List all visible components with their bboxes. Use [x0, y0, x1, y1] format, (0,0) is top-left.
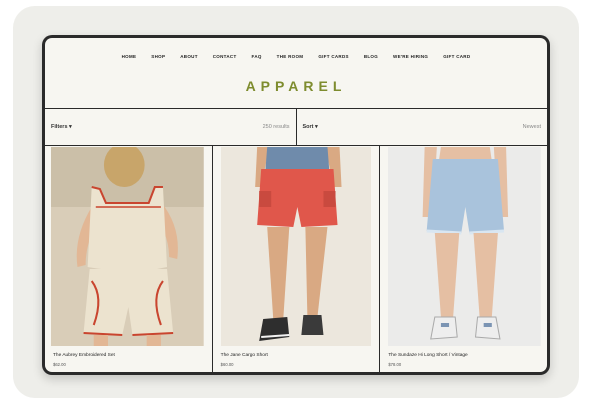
- chevron-down-icon: ▾: [315, 124, 318, 130]
- main-nav: HOME SHOP ABOUT CONTACT FAQ THE ROOM GIF…: [45, 54, 547, 59]
- product-grid: The Aubrey Embroidered Set $62.00 The Ja…: [45, 145, 547, 372]
- brand-logo[interactable]: APPAREL: [45, 78, 547, 94]
- nav-item-faq[interactable]: FAQ: [252, 54, 262, 59]
- nav-item-gift-card[interactable]: GIFT CARD: [443, 54, 470, 59]
- product-price: $60.00: [220, 362, 234, 367]
- sort-button[interactable]: Sort ▾: [303, 124, 318, 130]
- filters-label: Filters: [51, 124, 68, 130]
- nav-item-contact[interactable]: CONTACT: [213, 54, 237, 59]
- product-card[interactable]: The Jane Cargo Short $60.00: [211, 145, 380, 372]
- chevron-down-icon: ▾: [69, 124, 72, 130]
- nav-item-blog[interactable]: BLOG: [364, 54, 378, 59]
- sort-label: Sort: [302, 124, 314, 130]
- tablet-frame: HOME SHOP ABOUT CONTACT FAQ THE ROOM GIF…: [42, 35, 550, 375]
- filters-section: Filters ▾ 250 results: [45, 109, 296, 145]
- product-card[interactable]: The Aubrey Embroidered Set $62.00: [45, 145, 212, 372]
- filters-button[interactable]: Filters ▾: [51, 124, 72, 130]
- sort-value[interactable]: Newest: [523, 124, 541, 130]
- product-image[interactable]: [220, 147, 372, 346]
- store-screen: HOME SHOP ABOUT CONTACT FAQ THE ROOM GIF…: [45, 38, 547, 372]
- product-image[interactable]: [388, 147, 542, 346]
- filter-bar: Filters ▾ 250 results Sort ▾ Newest: [45, 108, 547, 146]
- nav-item-the-room[interactable]: THE ROOM: [277, 54, 304, 59]
- nav-item-about[interactable]: ABOUT: [180, 54, 198, 59]
- product-image[interactable]: [51, 147, 204, 346]
- product-price: $78.00: [388, 362, 402, 367]
- nav-item-home[interactable]: HOME: [122, 54, 137, 59]
- product-name[interactable]: The Sundaze Hi Long Short / Vintage: [388, 353, 467, 358]
- product-card[interactable]: The Sundaze Hi Long Short / Vintage $78.…: [379, 145, 547, 372]
- nav-item-gift-cards[interactable]: GIFT CARDS: [318, 54, 349, 59]
- nav-item-shop[interactable]: SHOP: [151, 54, 165, 59]
- product-name[interactable]: The Jane Cargo Short: [221, 353, 268, 358]
- results-count: 250 results: [262, 124, 290, 130]
- product-name[interactable]: The Aubrey Embroidered Set: [53, 353, 115, 358]
- sort-section: Sort ▾ Newest: [295, 109, 548, 145]
- product-price: $62.00: [53, 362, 66, 367]
- nav-item-hiring[interactable]: WE'RE HIRING: [393, 54, 428, 59]
